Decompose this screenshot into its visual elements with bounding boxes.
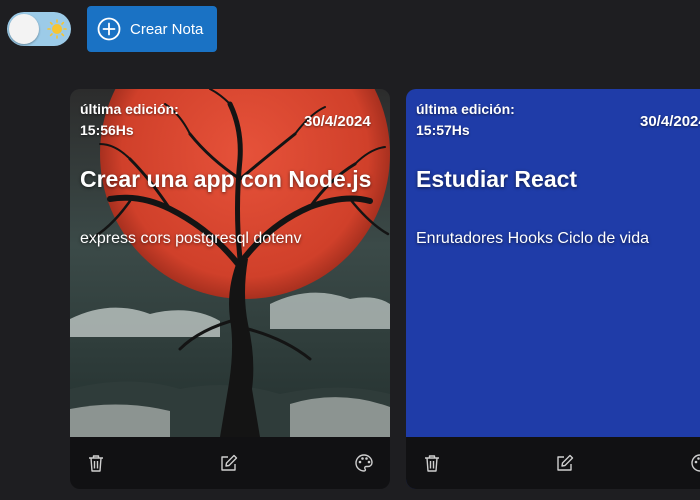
plus-circle-icon (97, 17, 121, 41)
note-body[interactable]: última edición: 15:57Hs 30/4/2024 Estudi… (406, 89, 700, 437)
toolbar: Crear Nota (0, 0, 700, 60)
sun-icon (47, 19, 67, 39)
note-footer (406, 437, 700, 489)
palette-icon[interactable] (354, 453, 374, 473)
note-title: Estudiar React (416, 166, 578, 192)
note-date: 30/4/2024 (304, 113, 371, 130)
edit-icon[interactable] (555, 453, 575, 473)
toggle-knob[interactable] (9, 14, 39, 44)
palette-icon[interactable] (690, 453, 700, 473)
tree-illustration-image (70, 89, 390, 437)
note-title: Crear una app con Node.js (80, 166, 372, 192)
note-body[interactable]: última edición: 15:56Hs 30/4/2024 Crear … (70, 89, 390, 437)
theme-toggle[interactable] (7, 12, 71, 46)
note-footer (70, 437, 390, 489)
note-content: express cors postgresql dotenv (80, 230, 302, 247)
last-edited-label: última edición: (416, 101, 515, 117)
create-note-label: Crear Nota (130, 20, 204, 38)
note-card[interactable]: última edición: 15:57Hs 30/4/2024 Estudi… (406, 89, 700, 489)
trash-icon[interactable] (422, 453, 442, 473)
create-note-button[interactable]: Crear Nota (87, 6, 217, 52)
note-content: Enrutadores Hooks Ciclo de vida (416, 230, 650, 247)
last-edited-time: 15:56Hs (80, 122, 134, 138)
note-card[interactable]: última edición: 15:56Hs 30/4/2024 Crear … (70, 89, 390, 489)
trash-icon[interactable] (86, 453, 106, 473)
last-edited-label: última edición: (80, 101, 179, 117)
last-edited-time: 15:57Hs (416, 122, 470, 138)
note-date: 30/4/2024 (640, 113, 700, 130)
edit-icon[interactable] (219, 453, 239, 473)
